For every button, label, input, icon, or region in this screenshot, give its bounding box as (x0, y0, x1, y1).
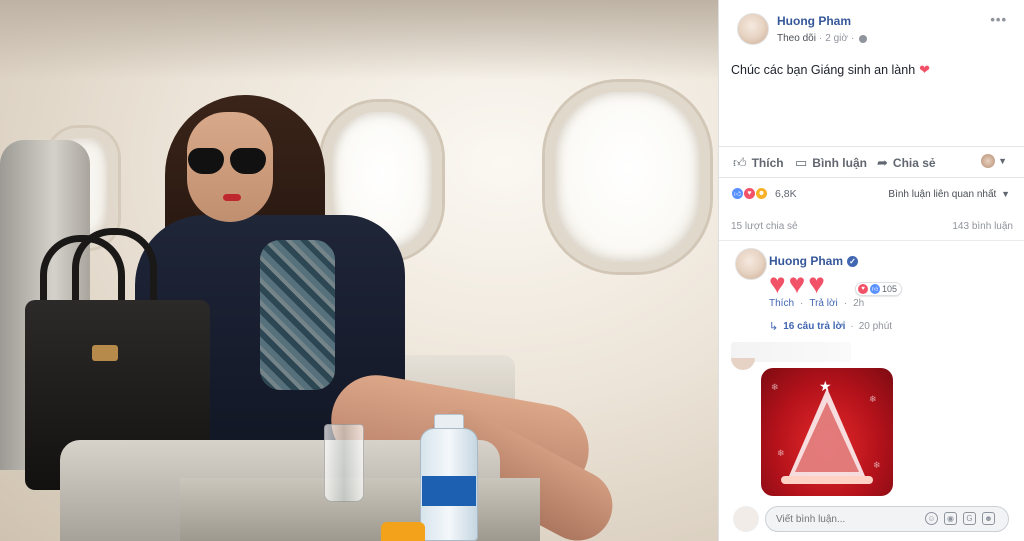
sticker-icon[interactable]: ☻ (982, 512, 995, 525)
lips (223, 194, 241, 201)
emoji-icon[interactable]: ☺ (925, 512, 938, 525)
post-actions: 👍︎ Thích ▭ Bình luận ➦ Chia sẻ ▼ (719, 146, 1024, 178)
share-arrow-icon: ➦ (877, 155, 888, 170)
chevron-down-icon: ▼ (1001, 189, 1010, 199)
post-time[interactable]: 2 giờ (825, 33, 848, 44)
commenter-avatar[interactable] (735, 248, 767, 280)
juice-glass (381, 522, 425, 541)
meta-separator: · (818, 33, 823, 44)
airplane-window (545, 82, 710, 272)
view-replies-link[interactable]: ↳ 16 câu trả lời · 20 phút (769, 320, 892, 333)
composer-icons: ☺ ◉ G ☻ (925, 512, 995, 525)
commenter-avatar[interactable] (731, 358, 755, 370)
post-message: Chúc các bạn Giáng sinh an lành (731, 63, 916, 77)
meta-separator: · (850, 33, 855, 44)
camera-icon[interactable]: ◉ (944, 512, 957, 525)
snowflake-icon: ❄ (869, 394, 877, 404)
heart-icon: ♥ (769, 268, 786, 299)
share-label: Chia sẻ (892, 156, 936, 170)
reactions-summary[interactable]: 👍︎ ♥ ☻ 6,8K (731, 187, 797, 200)
divider (719, 240, 1024, 241)
heart-icon: ❤ (919, 62, 931, 77)
post-header: Huong Pham Theo dõi · 2 giờ · ••• (719, 0, 1024, 52)
comment-composer: ☺ ◉ G ☻ (719, 500, 1024, 541)
comment-separator: · (800, 298, 804, 309)
cabin-ceiling (0, 0, 718, 80)
reaction-count: 6,8K (775, 187, 797, 200)
like-reaction-icon: 👍︎ (870, 284, 880, 294)
comment: ❄ ❄ ❄ ❄ ★ (719, 340, 1024, 500)
bottle-label (422, 476, 476, 506)
comment-separator: · (843, 298, 848, 309)
globe-icon (859, 34, 868, 43)
share-button[interactable]: ➦ Chia sẻ (877, 155, 936, 171)
comment-content-hearts: ♥ ♥ ♥ (769, 270, 825, 298)
comment: Huong Pham ✓ ♥ ♥ ♥ ♥ 👍︎ 105 Thích · Trả … (719, 244, 1024, 336)
chevron-down-icon: ▼ (998, 156, 1007, 166)
gif-icon[interactable]: G (963, 512, 976, 525)
commenter-name[interactable]: Huong Pham ✓ (769, 254, 858, 268)
comment-actions: Thích · Trả lời · 2h (769, 298, 864, 309)
haha-reaction-icon: ☻ (755, 187, 768, 200)
comment-time[interactable]: 2h (853, 298, 864, 309)
verified-badge-icon: ✓ (847, 255, 858, 267)
post-text: Chúc các bạn Giáng sinh an lành ❤ (731, 62, 930, 78)
post-meta: Theo dõi · 2 giờ · (777, 33, 868, 44)
sort-label: Bình luận liên quan nhất (888, 189, 997, 200)
handbag-lock (92, 345, 118, 361)
snowflake-icon: ❄ (873, 460, 881, 470)
comment-button[interactable]: ▭ Bình luận (795, 155, 867, 171)
viewer-avatar (733, 506, 759, 532)
comment-reply-link[interactable]: Trả lời (809, 298, 837, 309)
thumbs-up-icon: 👍︎ (733, 155, 747, 170)
heart-icon: ♥ (788, 268, 806, 299)
reply-time: 20 phút (858, 321, 893, 332)
comment-sort-dropdown[interactable]: Bình luận liên quan nhất ▼ (888, 189, 1010, 200)
tree-shape (795, 402, 859, 472)
comment-reaction-count: 105 (882, 284, 898, 294)
star-icon: ★ (819, 378, 832, 394)
water-glass (324, 424, 364, 502)
comment-count[interactable]: 143 bình luận (952, 221, 1013, 232)
like-button[interactable]: 👍︎ Thích (733, 155, 784, 171)
comment-reactions-badge[interactable]: ♥ 👍︎ 105 (855, 282, 903, 296)
author-avatar[interactable] (737, 13, 769, 45)
follow-link[interactable]: Theo dõi (777, 33, 816, 44)
post-sidebar: Huong Pham Theo dõi · 2 giờ · ••• Chúc c… (718, 0, 1024, 541)
post-photo[interactable] (0, 0, 718, 541)
love-reaction-icon: ♥ (858, 284, 868, 294)
snowflake-icon: ❄ (771, 382, 779, 392)
like-label: Thích (751, 156, 784, 170)
reply-count: 16 câu trả lời (783, 321, 846, 332)
christmas-tree-image[interactable]: ❄ ❄ ❄ ❄ ★ (761, 368, 893, 496)
post-as-selector[interactable]: ▼ (981, 154, 1007, 168)
comment-label: Bình luận (812, 156, 867, 170)
page-avatar (981, 154, 996, 168)
comment-like-link[interactable]: Thích (769, 298, 794, 309)
more-options-icon[interactable]: ••• (990, 12, 1007, 27)
speech-bubble-icon: ▭ (795, 155, 808, 170)
reply-separator: · (850, 321, 854, 332)
snowflake-icon: ❄ (777, 448, 785, 458)
author-name[interactable]: Huong Pham (777, 14, 851, 28)
commenter-name-text: Huong Pham (769, 254, 843, 268)
reply-arrow-icon: ↳ (769, 321, 779, 333)
share-count[interactable]: 15 lượt chia sẻ (731, 221, 798, 232)
scarf (260, 240, 335, 390)
sunglasses (188, 148, 268, 176)
heart-icon: ♥ (808, 268, 825, 299)
ribbon (781, 476, 873, 484)
